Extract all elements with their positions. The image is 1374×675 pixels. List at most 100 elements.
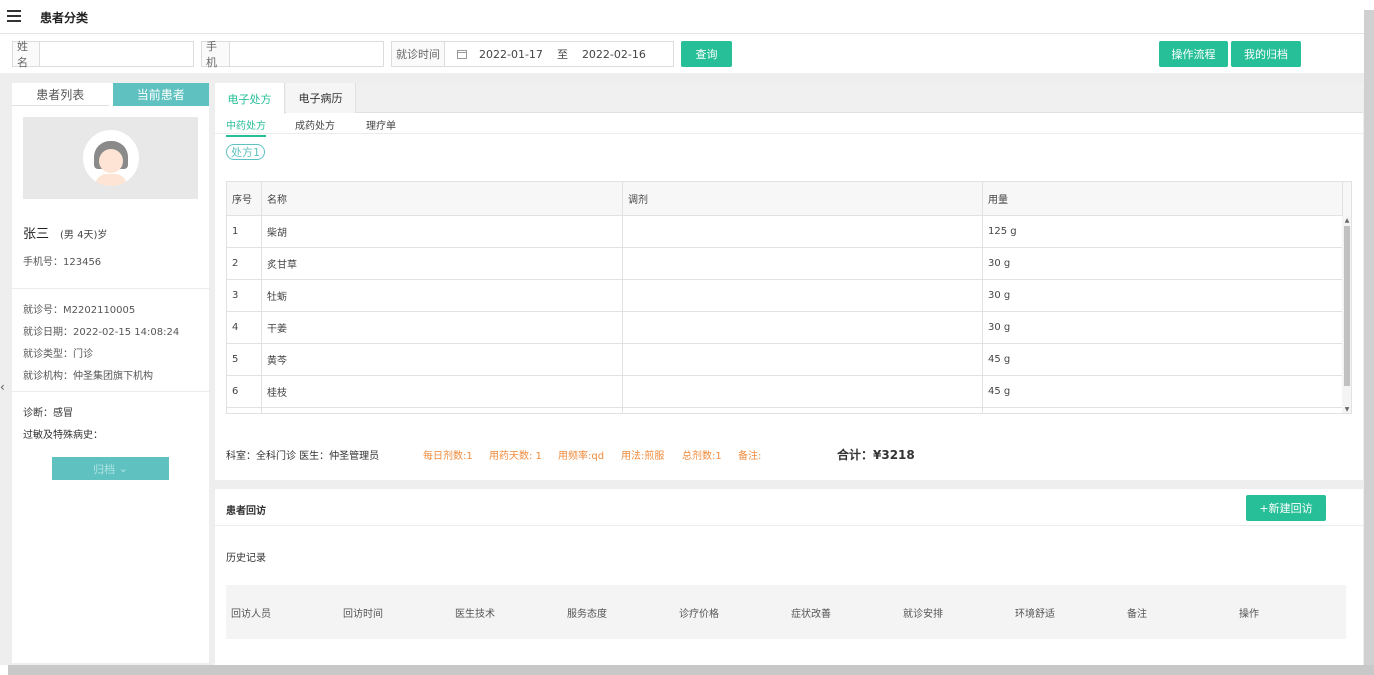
row-quantity: 30 g: [988, 258, 1011, 269]
row-quantity: 125 g: [988, 226, 1017, 237]
followup-title: 患者回访: [226, 506, 266, 517]
filter-bar: 姓名 手机 就诊时间 2022-01-17 至 2022-02-16 查询 操作…: [0, 35, 1364, 73]
table-row[interactable]: 6 桂枝 45 g: [227, 376, 1342, 408]
followup-header: 患者回访 +新建回访: [215, 489, 1363, 526]
col-doctor-skill: 医生技术: [455, 609, 495, 620]
patient-tabs: 患者列表 当前患者: [12, 83, 209, 106]
row-no: 4: [227, 312, 262, 343]
new-followup-button[interactable]: +新建回访: [1246, 495, 1326, 521]
row-preparation: [623, 376, 983, 407]
archive-button[interactable]: 归档 ⌄: [52, 457, 169, 480]
phone-filter: 手机: [201, 40, 384, 69]
table-row[interactable]: 3 牡蛎 30 g: [227, 280, 1342, 312]
name-filter: 姓名: [12, 40, 194, 69]
date-start[interactable]: 2022-01-17: [479, 48, 543, 61]
scroll-thumb[interactable]: [1344, 226, 1350, 386]
followup-panel: 患者回访 +新建回访 历史记录 回访人员 回访时间 医生技术 服务态度 诊疗价格…: [215, 489, 1363, 665]
query-button[interactable]: 查询: [681, 41, 732, 67]
row-name: 干姜: [262, 312, 623, 343]
divider: [12, 391, 209, 392]
row-name: 炙甘草: [262, 248, 623, 279]
table-row[interactable]: 2 炙甘草 30 g: [227, 248, 1342, 280]
calendar-icon: [457, 49, 467, 59]
row-name: 黄芩: [262, 344, 623, 375]
total-amount: 合计：¥3218: [837, 448, 915, 462]
table-row[interactable]: 1 柴胡 125 g: [227, 216, 1342, 248]
visit-date: 就诊日期：2022-02-15 14:08:24: [23, 327, 180, 338]
tab-current-patient[interactable]: 当前患者: [112, 83, 209, 106]
remark: 备注:: [738, 451, 762, 462]
table-scrollbar[interactable]: ▲ ▼: [1342, 216, 1351, 413]
col-quantity: 用量: [988, 195, 1008, 206]
chevron-down-icon: ⌄: [115, 462, 128, 475]
scroll-up-icon[interactable]: ▲: [1344, 218, 1350, 224]
row-name: 桂枝: [262, 376, 623, 407]
prescription-badge[interactable]: 处方1: [226, 144, 265, 160]
dept-doctor: 科室：全科门诊 医生：仲圣管理员: [226, 451, 380, 462]
col-preparation: 调剂: [623, 182, 983, 215]
col-service-attitude: 服务态度: [567, 609, 607, 620]
row-quantity: 45 g: [988, 386, 1011, 397]
row-preparation: [623, 312, 983, 343]
divider: [12, 288, 209, 289]
tab-e-medical-record[interactable]: 电子病历: [286, 83, 356, 113]
row-quantity: 30 g: [988, 290, 1011, 301]
phone-input[interactable]: [230, 42, 383, 66]
phone-label: 手机: [202, 40, 230, 69]
col-actions: 操作: [1239, 609, 1259, 620]
col-no: 序号: [227, 182, 262, 215]
scroll-corner: [1342, 182, 1351, 216]
patient-phone: 手机号：123456: [23, 257, 102, 268]
row-no: 3: [227, 280, 262, 311]
tab-e-prescription[interactable]: 电子处方: [215, 83, 285, 114]
diagnosis: 诊断：感冒: [23, 408, 73, 419]
date-end[interactable]: 2022-02-16: [582, 48, 646, 61]
col-environment: 环境舒适: [1015, 609, 1055, 620]
row-name: 柴胡: [262, 216, 623, 247]
tab-therapy-order[interactable]: 理疗单: [366, 117, 396, 132]
prescription-table: 序号 名称 调剂 用量 1 柴胡 125 g 2 炙甘草 30 g 3 牡蛎 3…: [226, 181, 1352, 414]
tab-patient-list[interactable]: 患者列表: [12, 83, 109, 106]
col-visitor: 回访人员: [231, 609, 271, 620]
col-remark: 备注: [1127, 609, 1147, 620]
row-preparation: [623, 280, 983, 311]
history-label: 历史记录: [226, 553, 266, 564]
collapse-left-icon[interactable]: ‹: [0, 380, 5, 394]
row-quantity: 45 g: [988, 354, 1011, 365]
scroll-down-icon[interactable]: ▼: [1344, 407, 1350, 413]
frequency: 用频率:qd: [558, 451, 605, 462]
row-no: 6: [227, 376, 262, 407]
archive-label: 归档: [93, 462, 116, 476]
page-title: 患者分类: [40, 11, 89, 25]
date-label: 就诊时间: [392, 42, 445, 66]
workflow-button[interactable]: 操作流程: [1159, 41, 1228, 67]
col-visit-arrangement: 就诊安排: [903, 609, 943, 620]
visit-institution: 就诊机构：仲圣集团旗下机构: [23, 371, 153, 382]
row-preparation: [623, 344, 983, 375]
window-shadow-bottom: [8, 665, 1374, 675]
row-preparation: [623, 216, 983, 247]
name-label: 姓名: [13, 40, 40, 69]
row-no: 5: [227, 344, 262, 375]
col-symptom-improvement: 症状改善: [791, 609, 831, 620]
top-header: 患者分类: [0, 0, 1364, 34]
patient-name: 张三: [23, 227, 50, 242]
patient-panel: 患者列表 当前患者 张三 (男 4天)岁 手机号：123456 就诊号：M220…: [12, 83, 209, 663]
avatar: [82, 130, 139, 186]
allergy-history: 过敏及特殊病史：: [23, 430, 103, 441]
table-header: 序号 名称 调剂 用量: [227, 182, 1342, 216]
tab-chinese-medicine-rx[interactable]: 中药处方: [226, 117, 266, 137]
menu-icon[interactable]: [7, 10, 21, 22]
sub-tabs: 中药处方 成药处方 理疗单: [215, 114, 1363, 137]
row-preparation: [623, 248, 983, 279]
visit-type: 就诊类型：门诊: [23, 349, 93, 360]
my-archive-button[interactable]: 我的归档: [1231, 41, 1301, 67]
window-shadow-right: [1364, 10, 1374, 675]
prescription-panel: 电子处方 电子病历 中药处方 成药处方 理疗单 处方1 序号 名称 调剂 用量 …: [215, 83, 1363, 480]
total-doses: 总剂数:1: [682, 451, 722, 462]
tab-patent-medicine-rx[interactable]: 成药处方: [295, 117, 335, 132]
table-row[interactable]: 5 黄芩 45 g: [227, 344, 1342, 376]
date-range-filter[interactable]: 就诊时间 2022-01-17 至 2022-02-16: [391, 41, 674, 67]
table-row[interactable]: 4 干姜 30 g: [227, 312, 1342, 344]
name-input[interactable]: [40, 42, 193, 66]
